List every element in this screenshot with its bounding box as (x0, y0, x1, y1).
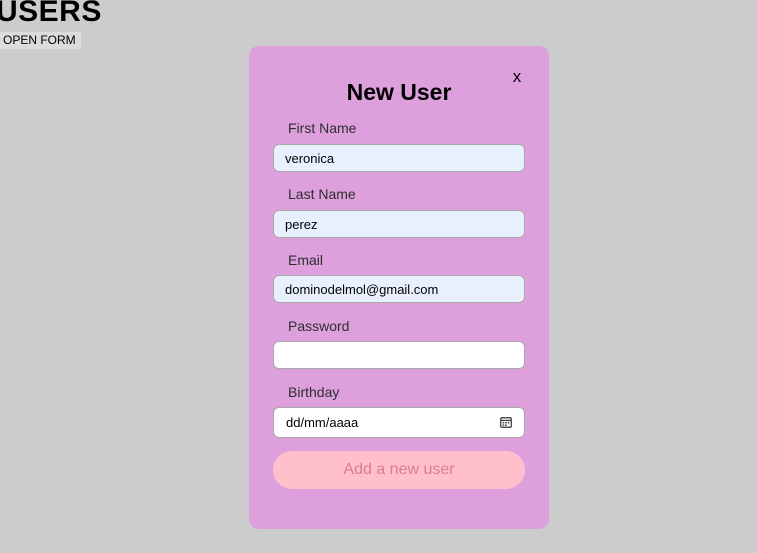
page-title: USERS (0, 0, 102, 28)
birthday-label: Birthday (288, 384, 340, 400)
password-input[interactable] (273, 341, 525, 369)
password-label: Password (288, 318, 350, 334)
birthday-input[interactable]: dd/mm/aaaa (273, 407, 525, 438)
last-name-input[interactable] (273, 210, 525, 238)
email-input[interactable] (273, 275, 525, 303)
first-name-input[interactable] (273, 144, 525, 172)
form-title: New User (346, 79, 452, 105)
first-name-label: First Name (288, 120, 357, 136)
last-name-label: Last Name (288, 186, 356, 202)
new-user-modal: x New User First Name Last Name Email Pa… (249, 46, 549, 529)
add-user-button[interactable]: Add a new user (273, 451, 525, 489)
birthday-placeholder: dd/mm/aaaa (286, 415, 359, 430)
email-label: Email (288, 252, 324, 268)
open-form-button[interactable]: OPEN FORM (0, 32, 81, 49)
calendar-icon[interactable] (500, 416, 512, 428)
